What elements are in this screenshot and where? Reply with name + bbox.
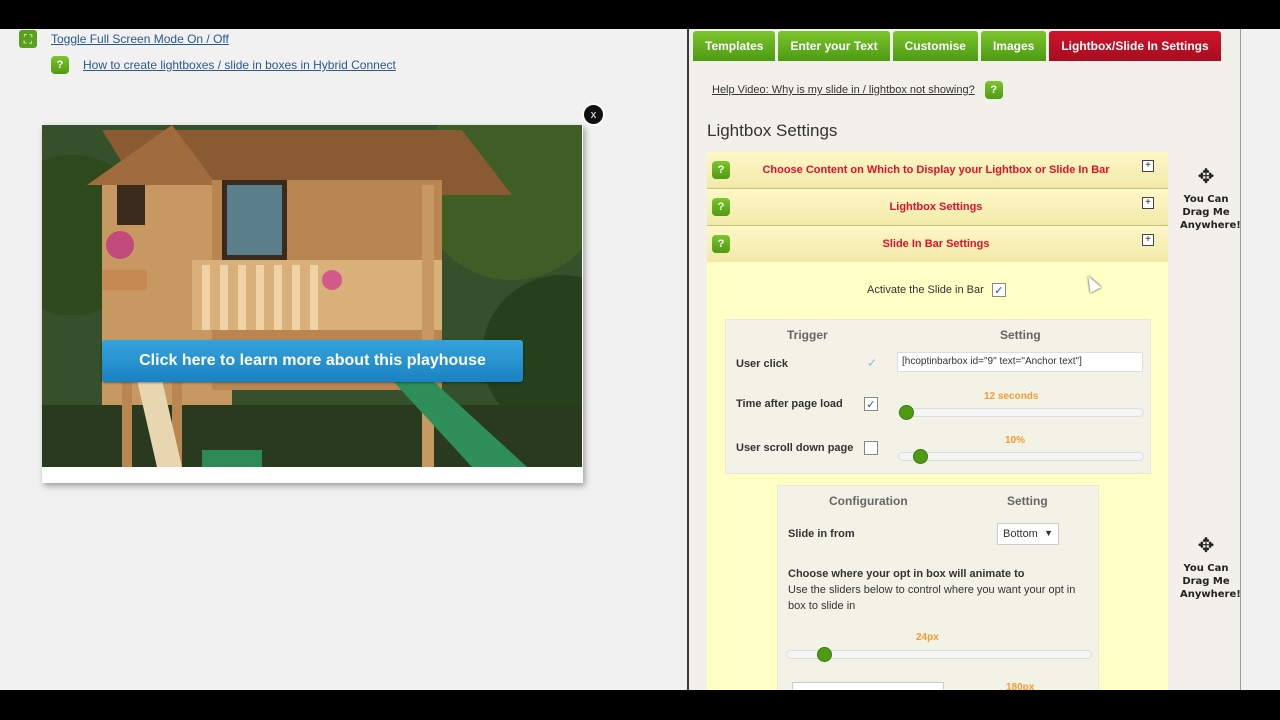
slide-from-select[interactable]: Bottom ▼: [997, 523, 1059, 545]
drag-handle-bottom[interactable]: ✥ You Can Drag Me Anywhere!: [1180, 533, 1241, 601]
scroll-down-slider[interactable]: [898, 449, 1144, 464]
accordion-slide-in-bar[interactable]: ? Slide In Bar Settings +: [707, 226, 1168, 263]
help-icon[interactable]: ?: [712, 161, 730, 179]
time-after-load-label: Time after page load: [736, 398, 843, 410]
drag-handle-top[interactable]: ✥ You Can Drag Me Anywhere!: [1180, 164, 1241, 232]
slider-handle[interactable]: [899, 405, 914, 420]
bottom-black-bar: [0, 690, 1280, 720]
position-slider-1[interactable]: [786, 647, 1092, 662]
right-gutter: [1240, 29, 1280, 690]
fullscreen-toggle-link[interactable]: Toggle Full Screen Mode On / Off: [51, 32, 229, 46]
drag-label: You Can Drag Me Anywhere!: [1180, 194, 1241, 231]
learn-more-button[interactable]: Click here to learn more about this play…: [102, 340, 523, 382]
col-trigger: Trigger: [787, 328, 828, 342]
settings-tabs: Templates Enter your Text Customise Imag…: [693, 31, 1221, 61]
settings-panel: Templates Enter your Text Customise Imag…: [689, 29, 1240, 696]
chevron-down-icon: ▼: [1044, 528, 1053, 538]
slider-handle[interactable]: [817, 647, 832, 662]
slide-from-value: Bottom: [1003, 528, 1038, 540]
trigger-table: Trigger Setting User click ✓ [hcoptinbar…: [725, 319, 1151, 474]
howto-link[interactable]: How to create lightboxes / slide in boxe…: [83, 58, 396, 72]
top-black-bar: [0, 0, 1280, 29]
col-setting: Setting: [1000, 328, 1041, 342]
popup-close-button[interactable]: x: [582, 103, 605, 126]
help-icon[interactable]: ?: [712, 198, 730, 216]
help-icon[interactable]: ?: [712, 235, 730, 253]
slider-handle[interactable]: [913, 449, 928, 464]
user-click-check-icon[interactable]: ✓: [867, 356, 877, 370]
tab-enter-text[interactable]: Enter your Text: [778, 31, 890, 61]
configuration-table: Configuration Setting Slide in from Bott…: [777, 485, 1099, 696]
accordion-choose-content[interactable]: ? Choose Content on Which to Display you…: [707, 152, 1168, 189]
move-icon: ✥: [1197, 533, 1215, 557]
lightbox-popup: Click here to learn more about this play…: [42, 125, 583, 483]
drag-label: You Can Drag Me Anywhere!: [1180, 563, 1241, 600]
activate-label: Activate the Slide in Bar: [867, 284, 984, 296]
activate-checkbox[interactable]: ✓: [991, 283, 1006, 297]
fullscreen-toggle-row[interactable]: ⛶ Toggle Full Screen Mode On / Off: [19, 30, 229, 48]
expand-icon[interactable]: +: [1142, 197, 1154, 209]
move-icon: ✥: [1197, 164, 1215, 188]
playhouse-image: Click here to learn more about this play…: [42, 125, 582, 467]
tab-lightbox-settings[interactable]: Lightbox/Slide In Settings: [1049, 31, 1221, 61]
expand-icon[interactable]: +: [1142, 160, 1154, 172]
howto-row[interactable]: ? How to create lightboxes / slide in bo…: [51, 56, 396, 74]
slider1-value: 24px: [916, 632, 939, 643]
tab-customise[interactable]: Customise: [892, 31, 978, 61]
accordion-lightbox-settings[interactable]: ? Lightbox Settings +: [707, 189, 1168, 226]
help-video-link[interactable]: Help Video: Why is my slide in / lightbo…: [712, 84, 975, 96]
help-icon[interactable]: ?: [984, 81, 1003, 99]
activate-row: Activate the Slide in Bar ✓: [867, 283, 1006, 297]
tab-templates[interactable]: Templates: [693, 31, 776, 61]
col-setting: Setting: [1007, 494, 1048, 508]
tab-images[interactable]: Images: [980, 31, 1047, 61]
time-after-load-value: 12 seconds: [984, 391, 1039, 402]
slide-from-label: Slide in from: [788, 528, 855, 540]
animate-text: Use the sliders below to control where y…: [788, 584, 1076, 612]
scroll-down-checkbox[interactable]: [864, 441, 878, 455]
time-after-load-checkbox[interactable]: ✓: [864, 397, 878, 411]
animate-description: Choose where your opt in box will animat…: [788, 566, 1088, 614]
user-click-label: User click: [736, 358, 788, 370]
scroll-down-label: User scroll down page: [736, 442, 854, 454]
accordion-title: Lightbox Settings: [889, 201, 983, 213]
help-video-row[interactable]: Help Video: Why is my slide in / lightbo…: [712, 81, 1003, 99]
accordion-title: Choose Content on Which to Display your …: [762, 164, 1110, 176]
fullscreen-icon: ⛶: [19, 30, 37, 48]
animate-title: Choose where your opt in box will animat…: [788, 568, 1025, 580]
accordion-title: Slide In Bar Settings: [882, 238, 990, 250]
slide-in-settings-body: Activate the Slide in Bar ✓ Trigger Sett…: [707, 262, 1168, 696]
user-click-shortcode-field[interactable]: [hcoptinbarbox id="9" text="Anchor text"…: [897, 352, 1143, 372]
time-after-load-slider[interactable]: [898, 405, 1144, 420]
col-configuration: Configuration: [829, 494, 908, 508]
expand-icon[interactable]: +: [1142, 234, 1154, 246]
help-icon: ?: [51, 56, 69, 74]
scroll-down-value: 10%: [1005, 435, 1026, 446]
section-title: Lightbox Settings: [707, 121, 838, 140]
